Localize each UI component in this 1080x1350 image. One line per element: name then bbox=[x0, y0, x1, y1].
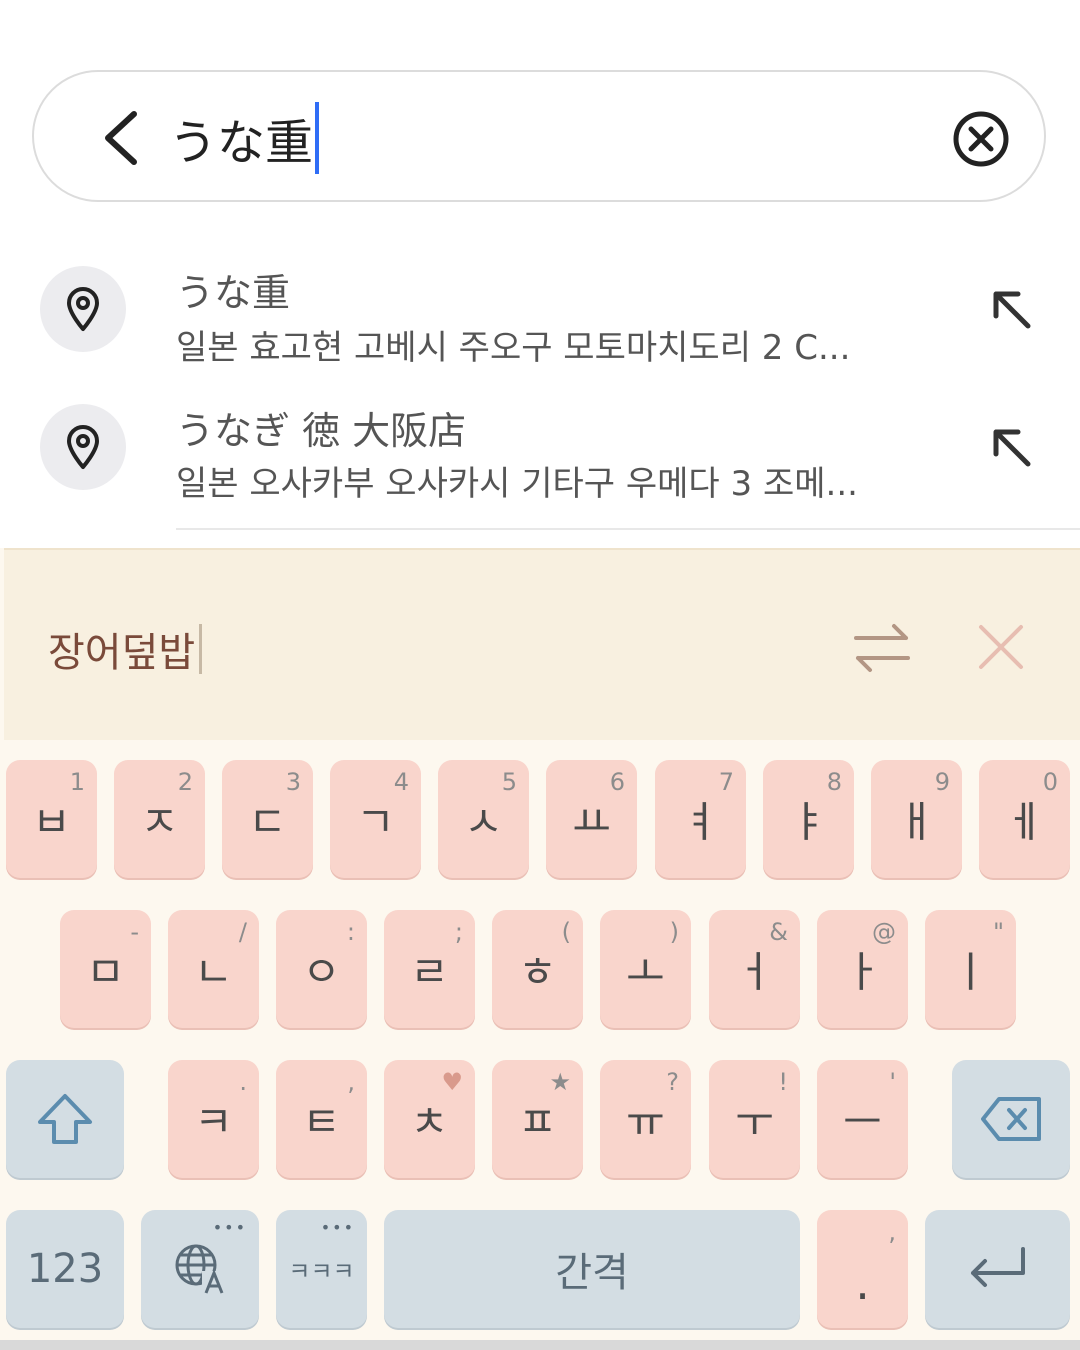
key-u[interactable]: ! ㅜ bbox=[709, 1060, 800, 1178]
laugh-key[interactable]: ••• ㅋㅋㅋ bbox=[276, 1210, 367, 1328]
translation-text: 장어덮밥 bbox=[48, 630, 196, 676]
key-d[interactable]: 3ㄷ bbox=[222, 760, 313, 878]
close-translation-icon[interactable] bbox=[976, 622, 1026, 672]
result-title: うな重 bbox=[176, 271, 291, 315]
fill-query-arrow-icon[interactable] bbox=[988, 424, 1038, 474]
text-caret bbox=[199, 624, 203, 674]
key-a[interactable]: @ ㅏ bbox=[817, 910, 908, 1028]
key-i[interactable]: " ㅣ bbox=[925, 910, 1016, 1028]
search-result-2[interactable]: うなぎ 徳 大阪店 일본 오사카부 오사카시 기타구 우메다 3 조메... bbox=[0, 388, 1080, 518]
key-e[interactable]: 0ㅔ bbox=[979, 760, 1070, 878]
fill-query-arrow-icon[interactable] bbox=[988, 286, 1038, 336]
key-ya[interactable]: 8ㅑ bbox=[763, 760, 854, 878]
result-title: うなぎ 徳 大阪店 bbox=[176, 409, 467, 453]
result-address: 일본 효고현 고베시 주오구 모토마치도리 2 C... bbox=[176, 328, 851, 368]
key-yu[interactable]: ? ㅠ bbox=[600, 1060, 691, 1178]
enter-key[interactable] bbox=[925, 1210, 1070, 1328]
key-p[interactable]: ★ ㅍ bbox=[492, 1060, 583, 1178]
key-n[interactable]: / ㄴ bbox=[168, 910, 259, 1028]
swap-language-icon[interactable] bbox=[850, 622, 914, 674]
numbers-key[interactable]: 123 bbox=[6, 1210, 124, 1328]
globe-icon bbox=[141, 1241, 259, 1297]
location-pin-icon bbox=[40, 266, 126, 352]
shift-key[interactable] bbox=[6, 1060, 124, 1178]
key-b[interactable]: 1ㅂ bbox=[6, 760, 97, 878]
key-eu[interactable]: ' ㅡ bbox=[817, 1060, 908, 1178]
enter-return-icon bbox=[925, 1245, 1070, 1293]
space-key[interactable]: 간격 bbox=[384, 1210, 800, 1328]
search-result-1[interactable]: うな重 일본 효고현 고베시 주오구 모토마치도리 2 C... bbox=[0, 250, 1080, 380]
search-bar: うな重 bbox=[32, 70, 1046, 202]
clear-search-icon[interactable] bbox=[952, 110, 1010, 168]
key-yeo[interactable]: 7ㅕ bbox=[655, 760, 746, 878]
key-yo[interactable]: 6ㅛ bbox=[546, 760, 637, 878]
shift-arrow-icon bbox=[6, 1092, 124, 1146]
key-o[interactable]: ) ㅗ bbox=[600, 910, 691, 1028]
key-m[interactable]: -ㅁ bbox=[60, 910, 151, 1028]
key-s[interactable]: 5ㅅ bbox=[438, 760, 529, 878]
text-caret bbox=[315, 102, 320, 174]
key-g[interactable]: 4ㄱ bbox=[330, 760, 421, 878]
key-ae[interactable]: 9ㅐ bbox=[871, 760, 962, 878]
key-j[interactable]: 2ㅈ bbox=[114, 760, 205, 878]
key-k[interactable]: .ㅋ bbox=[168, 1060, 259, 1178]
search-query-text: うな重 bbox=[169, 115, 314, 171]
backspace-key[interactable] bbox=[952, 1060, 1070, 1178]
key-eo[interactable]: & ㅓ bbox=[709, 910, 800, 1028]
key-ieung[interactable]: :ㅇ bbox=[276, 910, 367, 1028]
period-key[interactable]: , . bbox=[817, 1210, 908, 1328]
translation-bar: 장어덮밥 bbox=[4, 548, 1080, 740]
results-divider bbox=[176, 528, 1080, 530]
key-r[interactable]: ; ㄹ bbox=[384, 910, 475, 1028]
bottom-strip bbox=[0, 1340, 1080, 1350]
key-h[interactable]: (ㅎ bbox=[492, 910, 583, 1028]
translation-input[interactable]: 장어덮밥 bbox=[48, 620, 203, 678]
language-key[interactable]: ••• bbox=[141, 1210, 259, 1328]
backspace-icon bbox=[952, 1095, 1070, 1143]
result-address: 일본 오사카부 오사카시 기타구 우메다 3 조메... bbox=[176, 464, 858, 504]
key-t[interactable]: ,ㅌ bbox=[276, 1060, 367, 1178]
search-input[interactable]: うな重 bbox=[169, 102, 320, 174]
back-arrow-icon[interactable] bbox=[94, 108, 154, 168]
key-ch[interactable]: ♥ ㅊ bbox=[384, 1060, 475, 1178]
location-pin-icon bbox=[40, 404, 126, 490]
